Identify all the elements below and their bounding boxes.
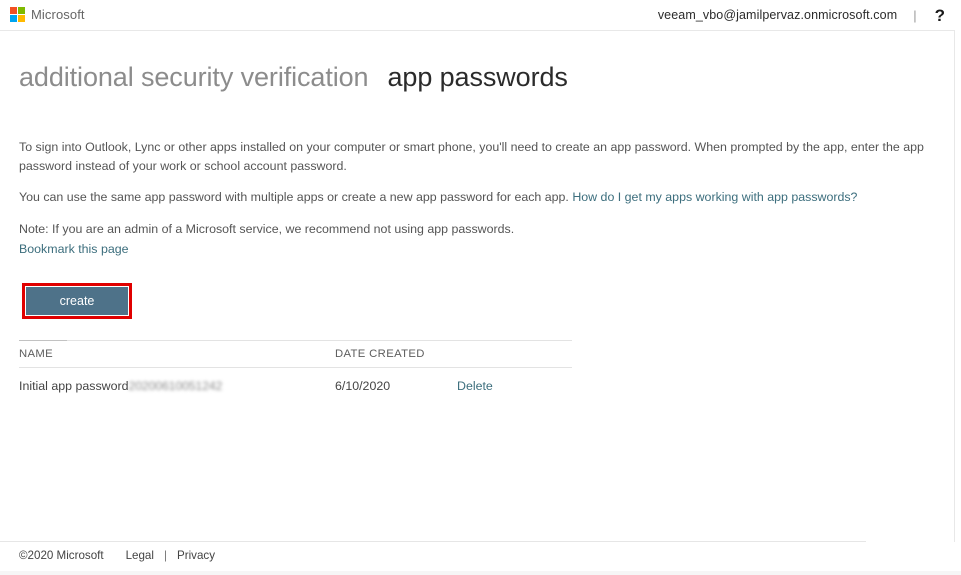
bookmark-this-page-link[interactable]: Bookmark this page [19, 242, 129, 256]
footer-copyright: ©2020 Microsoft [19, 549, 104, 562]
cell-app-password-name: Initial app password20200610051242 [19, 379, 335, 393]
page-title: additional security verification app pas… [19, 62, 568, 93]
bookmark-link-wrap: Bookmark this page [19, 240, 129, 259]
footer-separator: | [163, 549, 167, 562]
microsoft-logo-label: Microsoft [31, 7, 85, 22]
intro-paragraph: To sign into Outlook, Lync or other apps… [19, 140, 924, 174]
microsoft-logo-icon [10, 7, 25, 22]
cell-actions: Delete [457, 379, 572, 393]
header-separator: | [913, 7, 917, 23]
reuse-paragraph-text: You can use the same app password with m… [19, 190, 573, 205]
app-passwords-page: Microsoft veeam_vbo@jamilpervaz.onmicros… [0, 0, 961, 575]
page-title-primary: additional security verification [19, 62, 369, 92]
column-header-date-created[interactable]: DATE CREATED [335, 348, 457, 360]
table-header-row: NAME DATE CREATED [19, 340, 572, 368]
page-header: Microsoft veeam_vbo@jamilpervaz.onmicros… [0, 0, 961, 30]
page-title-secondary: app passwords [387, 62, 568, 92]
help-icon[interactable]: ? [931, 7, 949, 24]
admin-note-paragraph: Note: If you are an admin of a Microsoft… [19, 222, 515, 237]
app-password-name-redacted-suffix: 20200610051242 [128, 379, 223, 393]
column-header-name[interactable]: NAME [19, 348, 335, 360]
bottom-strip [0, 571, 961, 575]
app-password-name-text: Initial app password [19, 379, 129, 393]
content-frame [0, 30, 955, 542]
page-footer: ©2020 Microsoft Legal | Privacy [19, 549, 215, 562]
microsoft-logo: Microsoft [10, 7, 85, 22]
apps-help-link[interactable]: How do I get my apps working with app pa… [572, 190, 857, 204]
table-sort-accent [19, 340, 67, 341]
footer-privacy-link[interactable]: Privacy [177, 549, 215, 562]
delete-app-password-link[interactable]: Delete [457, 379, 493, 393]
app-passwords-table: NAME DATE CREATED Initial app password20… [19, 340, 572, 404]
cell-date-created: 6/10/2020 [335, 379, 391, 393]
account-email[interactable]: veeam_vbo@jamilpervaz.onmicrosoft.com [658, 8, 897, 22]
table-row: Initial app password20200610051242 6/10/… [19, 368, 572, 404]
header-account-area: veeam_vbo@jamilpervaz.onmicrosoft.com | … [658, 0, 949, 30]
reuse-paragraph: You can use the same app password with m… [19, 188, 929, 207]
create-app-password-button[interactable]: create [26, 287, 128, 315]
footer-divider [0, 541, 866, 542]
footer-legal-link[interactable]: Legal [126, 549, 154, 562]
